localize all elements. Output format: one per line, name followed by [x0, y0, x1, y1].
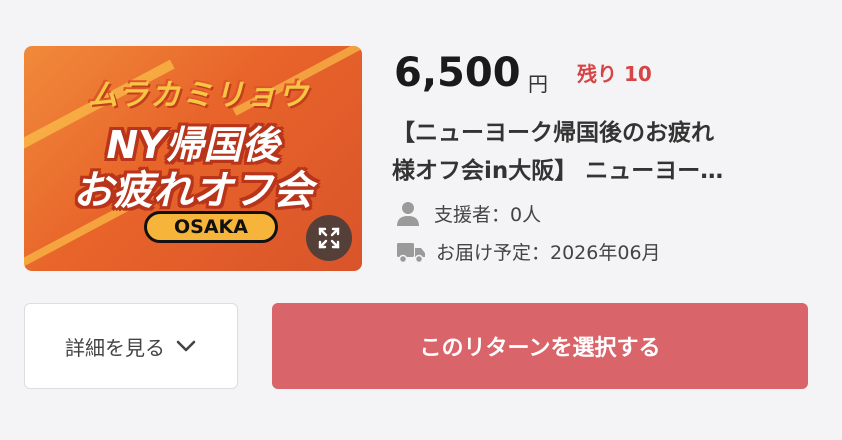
reward-title-line: 【ニューヨーク帰国後のお疲れ	[392, 120, 714, 146]
delivery-row: お届け予定：2026年06月	[396, 238, 661, 265]
image-title-name: ムラカミリョウ	[87, 78, 311, 113]
image-title-sub: お疲れオフ会	[73, 168, 313, 214]
select-reward-label: このリターンを選択する	[419, 336, 661, 361]
supporters-row: 支援者：0人	[396, 200, 541, 227]
truck-icon	[397, 242, 425, 263]
supporters-count: 支援者：0人	[434, 204, 542, 226]
select-reward-button[interactable]: このリターンを選択する	[272, 303, 808, 389]
expand-icon	[318, 227, 340, 249]
person-icon	[397, 201, 419, 226]
price-currency: 円	[528, 72, 548, 96]
delivery-date: お届け予定：2026年06月	[436, 242, 661, 264]
view-details-label: 詳細を見る	[65, 335, 165, 360]
reward-title-line: 様オフ会in大阪】 ニューヨー…	[392, 158, 724, 184]
reward-title: 【ニューヨーク帰国後のお疲れ 様オフ会in大阪】 ニューヨー…	[392, 114, 812, 190]
chevron-down-icon	[176, 340, 196, 352]
image-badge: OSAKA	[144, 211, 278, 243]
price: 6,500	[394, 50, 521, 96]
view-details-button[interactable]: 詳細を見る	[24, 303, 238, 389]
remaining-count: 残り 10	[577, 62, 652, 86]
expand-image-button[interactable]	[306, 215, 352, 261]
